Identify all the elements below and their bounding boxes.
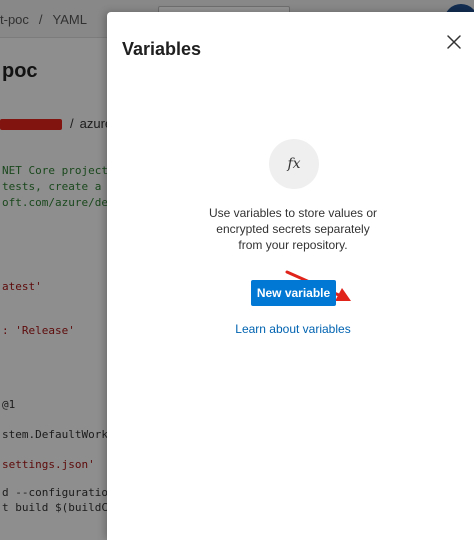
new-variable-button[interactable]: New variable — [251, 280, 336, 306]
close-button[interactable] — [442, 30, 466, 54]
fx-icon-label: fx — [287, 156, 301, 172]
fx-icon: fx — [269, 139, 319, 189]
learn-about-variables-link[interactable]: Learn about variables — [203, 322, 383, 336]
empty-state-text: Use variables to store values or encrypt… — [208, 206, 378, 252]
close-icon — [447, 35, 461, 49]
variables-panel: Variables fx Use variables to store valu… — [107, 12, 474, 540]
panel-title: Variables — [122, 39, 202, 59]
